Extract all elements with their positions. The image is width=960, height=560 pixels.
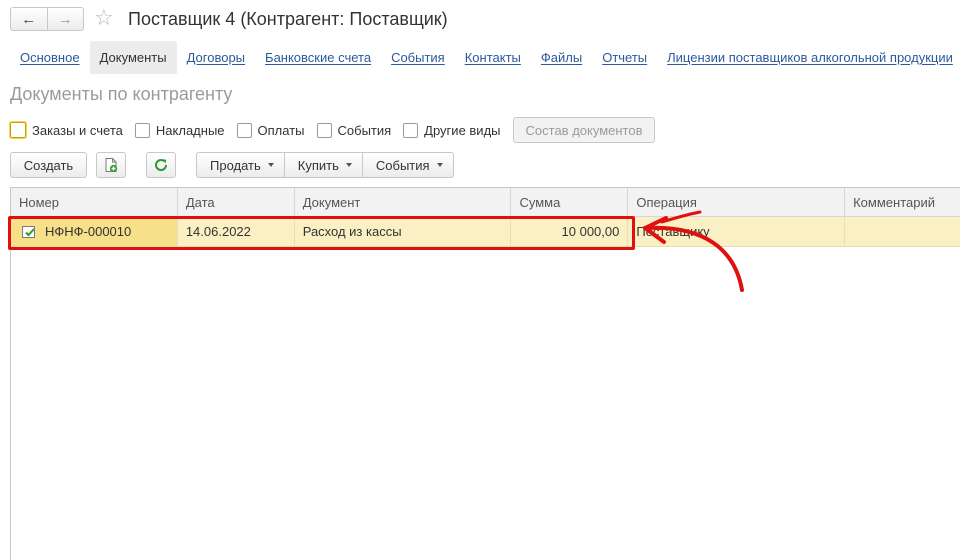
chevron-down-icon bbox=[267, 163, 274, 167]
filter-other-types[interactable]: Другие виды bbox=[403, 122, 501, 138]
filter-payments[interactable]: Оплаты bbox=[236, 122, 305, 138]
buy-label: Купить bbox=[297, 157, 339, 173]
checkbox-label: Другие виды bbox=[424, 122, 501, 138]
events-label: События bbox=[375, 157, 430, 173]
create-button[interactable]: Создать bbox=[10, 152, 87, 178]
cell-document: Расход из кассы bbox=[295, 217, 512, 246]
cell-number: НФНФ-000010 bbox=[11, 217, 178, 246]
column-header-document[interactable]: Документ bbox=[295, 188, 512, 216]
chevron-down-icon bbox=[345, 163, 352, 167]
refresh-button[interactable] bbox=[146, 152, 176, 178]
events-dropdown-button[interactable]: События bbox=[361, 153, 453, 177]
page-title: Поставщик 4 (Контрагент: Поставщик) bbox=[128, 9, 448, 29]
document-composition-button[interactable]: Состав документов bbox=[512, 117, 656, 143]
tab-main[interactable]: Основное bbox=[10, 41, 90, 74]
checkbox-label: Накладные bbox=[155, 122, 225, 138]
column-header-operation[interactable]: Операция bbox=[628, 188, 846, 216]
checkbox[interactable] bbox=[236, 122, 252, 138]
favorite-star-icon[interactable]: ☆ bbox=[94, 5, 114, 31]
cell-operation: Поставщику bbox=[628, 217, 846, 246]
posted-document-icon bbox=[22, 225, 35, 238]
refresh-icon bbox=[155, 159, 168, 171]
checkbox[interactable] bbox=[9, 121, 27, 139]
sell-label: Продать bbox=[210, 157, 261, 173]
tab-bar: Основное Документы Договоры Банковские с… bbox=[10, 41, 960, 74]
cell-date: 14.06.2022 bbox=[178, 217, 295, 246]
filter-orders-invoices[interactable]: Заказы и счета bbox=[9, 121, 123, 139]
column-header-amount[interactable]: Сумма bbox=[511, 188, 629, 216]
tab-bank-accounts[interactable]: Банковские счета bbox=[255, 41, 381, 74]
tab-events[interactable]: События bbox=[381, 41, 455, 74]
checkbox-label: Оплаты bbox=[257, 122, 305, 138]
checkbox-label: Заказы и счета bbox=[32, 122, 123, 138]
checkbox[interactable] bbox=[403, 122, 419, 138]
filter-events[interactable]: События bbox=[316, 122, 392, 138]
section-title: Документы по контрагенту bbox=[10, 84, 233, 104]
column-header-date[interactable]: Дата bbox=[178, 188, 295, 216]
checkbox[interactable] bbox=[134, 122, 150, 138]
buy-dropdown-button[interactable]: Купить bbox=[283, 153, 362, 177]
tab-alcohol-licenses[interactable]: Лицензии поставщиков алкогольной продукц… bbox=[657, 41, 960, 74]
back-arrow-icon[interactable]: ← bbox=[11, 8, 47, 30]
cell-amount: 10 000,00 bbox=[511, 217, 629, 246]
forward-arrow-icon[interactable]: → bbox=[46, 8, 84, 30]
add-document-button[interactable] bbox=[96, 152, 126, 178]
filter-waybills[interactable]: Накладные bbox=[134, 122, 225, 138]
tab-reports[interactable]: Отчеты bbox=[592, 41, 657, 74]
chevron-down-icon bbox=[436, 163, 443, 167]
checkbox-label: События bbox=[337, 122, 392, 138]
table-row[interactable]: НФНФ-000010 14.06.2022 Расход из кассы 1… bbox=[11, 217, 960, 247]
navigation-buttons: ← → bbox=[10, 7, 84, 31]
sell-dropdown-button[interactable]: Продать bbox=[197, 153, 284, 177]
add-document-icon bbox=[105, 158, 118, 173]
documents-table: Номер Дата Документ Сумма Операция Комме… bbox=[10, 187, 960, 560]
checkbox[interactable] bbox=[316, 122, 332, 138]
tab-contracts[interactable]: Договоры bbox=[177, 41, 255, 74]
column-header-comment[interactable]: Комментарий bbox=[845, 188, 960, 216]
tab-documents[interactable]: Документы bbox=[89, 41, 177, 74]
tab-contacts[interactable]: Контакты bbox=[455, 41, 531, 74]
cell-comment bbox=[845, 217, 960, 246]
document-number: НФНФ-000010 bbox=[45, 223, 132, 239]
action-split-buttons: Продать Купить События bbox=[196, 152, 454, 178]
table-header: Номер Дата Документ Сумма Операция Комме… bbox=[11, 188, 960, 217]
document-filters: Заказы и счета Накладные Оплаты События … bbox=[9, 117, 656, 143]
column-header-number[interactable]: Номер bbox=[11, 188, 178, 216]
tab-files[interactable]: Файлы bbox=[531, 41, 592, 74]
toolbar: Создать Продать Купить События bbox=[10, 152, 454, 178]
